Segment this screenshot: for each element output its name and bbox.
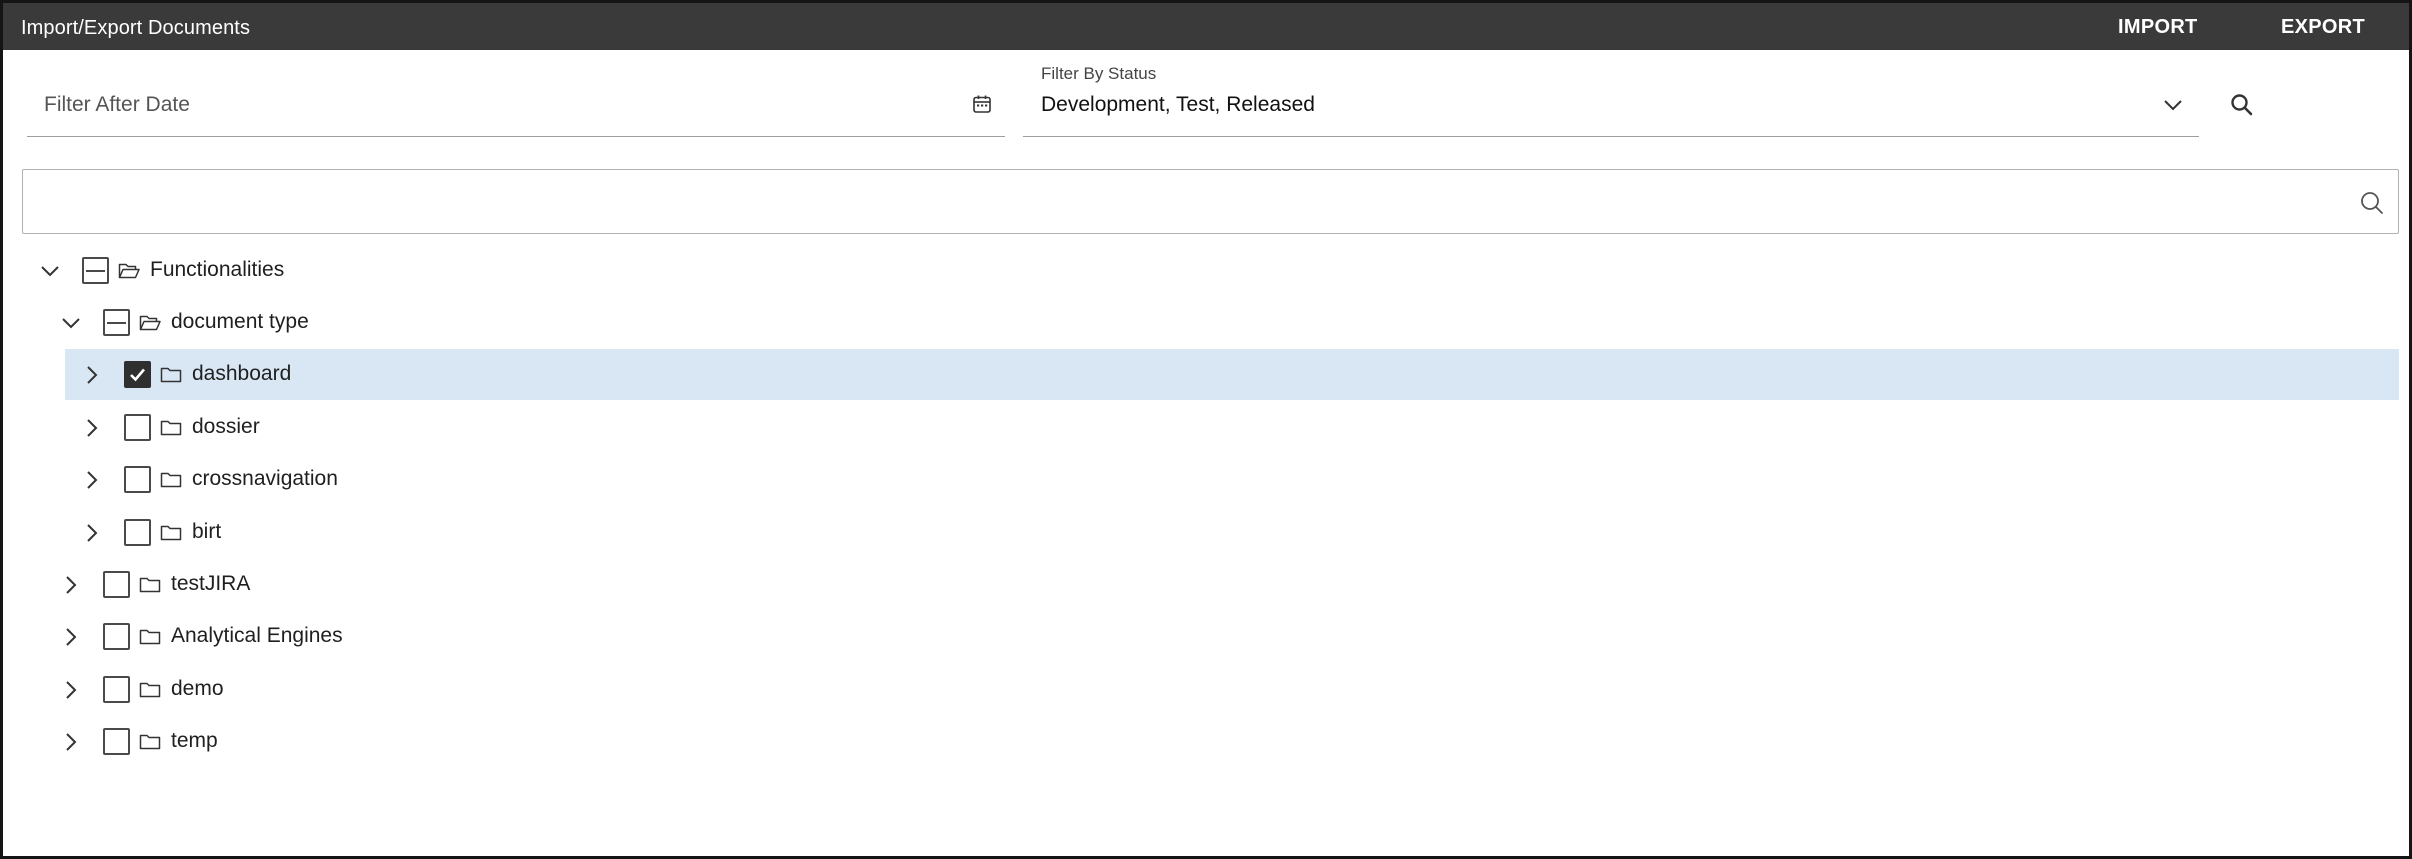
search-icon[interactable] [2229, 92, 2255, 118]
chevron-right-icon[interactable] [79, 520, 105, 546]
tree-node[interactable]: birt [3, 507, 2409, 558]
chevron-down-icon[interactable] [2161, 93, 2185, 117]
dialog-title: Import/Export Documents [21, 17, 251, 39]
checkmark-icon [130, 368, 145, 382]
import-export-dialog: Import/Export Documents IMPORT EXPORT Fi… [0, 0, 2412, 859]
tree-node[interactable]: Analytical Engines [3, 611, 2409, 662]
tree-node-label: temp [171, 729, 218, 752]
tree-node-label: dashboard [192, 362, 292, 385]
tree-node[interactable]: temp [3, 716, 2409, 767]
chevron-right-icon[interactable] [58, 729, 84, 755]
tree-node[interactable]: document type [3, 297, 2409, 348]
chevron-right-icon[interactable] [58, 624, 84, 650]
filter-after-date-field[interactable]: Filter After Date [27, 59, 1005, 137]
chevron-down-icon[interactable] [37, 258, 63, 284]
tree-node-label: demo [171, 677, 224, 700]
folder-icon [160, 367, 182, 383]
tree-node[interactable]: crossnavigation [3, 454, 2409, 505]
folder-open-icon [139, 315, 161, 331]
chevron-right-icon[interactable] [79, 467, 105, 493]
selected-row-highlight [65, 349, 2399, 400]
import-button[interactable]: IMPORT [2118, 16, 2198, 39]
tree-node-checkbox[interactable] [82, 257, 109, 284]
folder-open-icon [118, 263, 140, 279]
tree-node-checkbox[interactable] [124, 466, 151, 493]
tree-node-checkbox[interactable] [124, 519, 151, 546]
tree-node[interactable]: demo [3, 664, 2409, 715]
tree-node-label: Functionalities [150, 258, 285, 281]
chevron-right-icon[interactable] [79, 362, 105, 388]
tree-node-checkbox[interactable] [103, 623, 130, 650]
tree-node-label: dossier [192, 415, 260, 438]
tree-node-label: document type [171, 310, 309, 333]
tree-search-input[interactable] [22, 169, 2399, 234]
chevron-down-icon[interactable] [58, 310, 84, 336]
tree-node-label: testJIRA [171, 572, 251, 595]
chevron-right-icon[interactable] [58, 572, 84, 598]
tree-node-checkbox[interactable] [124, 361, 151, 388]
folder-icon [139, 682, 161, 698]
date-placeholder: Filter After Date [44, 93, 190, 116]
tree-node-label: birt [192, 520, 222, 543]
tree-node[interactable]: Functionalities [3, 245, 2409, 296]
folder-icon [160, 420, 182, 436]
tree-node[interactable]: dashboard [3, 349, 2409, 400]
tree-node-label: crossnavigation [192, 467, 338, 490]
folder-icon [139, 629, 161, 645]
tree-node-checkbox[interactable] [103, 676, 130, 703]
status-label: Filter By Status [1041, 64, 1157, 83]
tree-node-checkbox[interactable] [103, 571, 130, 598]
tree-node[interactable]: testJIRA [3, 559, 2409, 610]
chevron-right-icon[interactable] [58, 677, 84, 703]
filter-by-status-select[interactable]: Filter By Status Development, Test, Rele… [1023, 59, 2199, 137]
search-icon[interactable] [2359, 190, 2385, 216]
tree-node-checkbox[interactable] [103, 728, 130, 755]
export-button[interactable]: EXPORT [2281, 16, 2365, 39]
folder-icon [160, 472, 182, 488]
chevron-right-icon[interactable] [79, 415, 105, 441]
tree-node-label: Analytical Engines [171, 624, 343, 647]
tree-node[interactable]: dossier [3, 402, 2409, 453]
status-value: Development, Test, Released [1041, 93, 1315, 116]
toolbar: Import/Export Documents IMPORT EXPORT [3, 3, 2409, 50]
tree-node-checkbox[interactable] [124, 414, 151, 441]
folder-icon [139, 734, 161, 750]
tree-node-checkbox[interactable] [103, 309, 130, 336]
folder-icon [160, 525, 182, 541]
folder-icon [139, 577, 161, 593]
calendar-icon[interactable] [971, 93, 993, 115]
